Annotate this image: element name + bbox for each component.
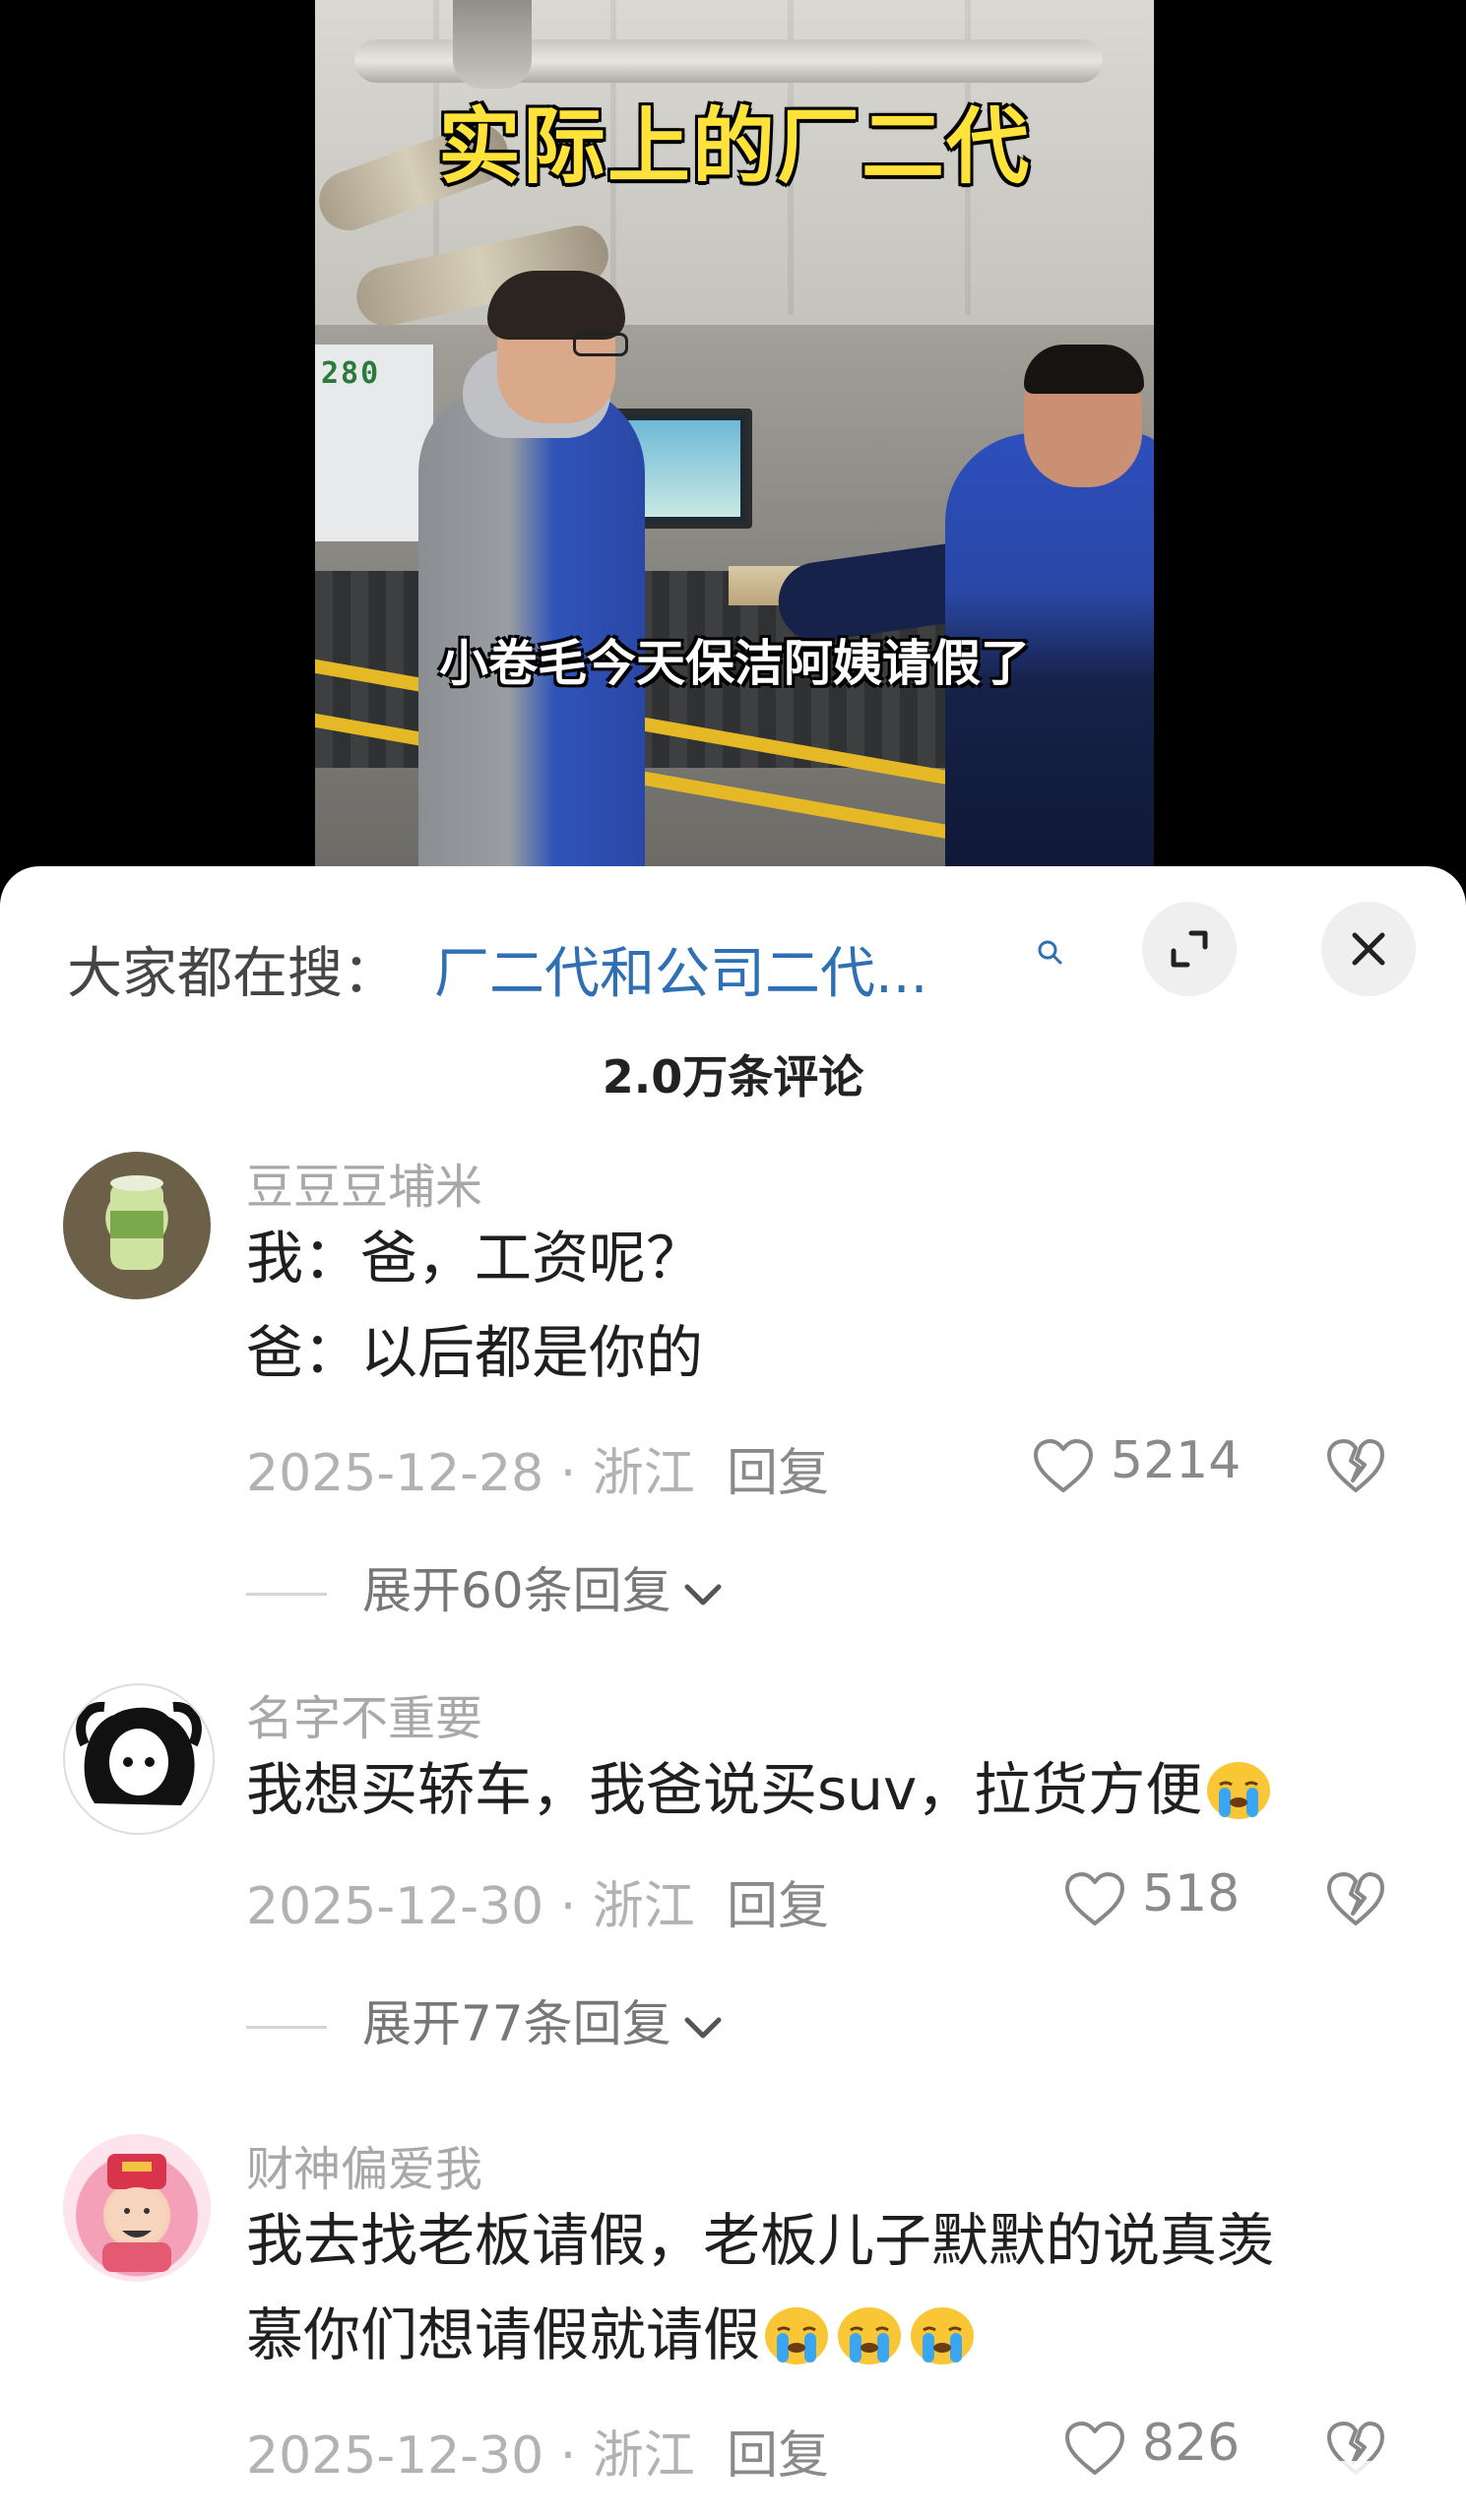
heart-icon[interactable] bbox=[1032, 1437, 1095, 1496]
chevron-down-icon bbox=[684, 1584, 722, 1605]
broken-heart-icon[interactable] bbox=[1325, 1870, 1386, 1929]
machine-number: 280 bbox=[321, 356, 381, 391]
avatar-image bbox=[110, 1175, 163, 1270]
expand-replies-button[interactable]: 展开77条回复 bbox=[246, 1984, 725, 2055]
reply-button[interactable]: 回复 bbox=[727, 2414, 829, 2488]
avatar[interactable] bbox=[63, 1152, 211, 1299]
search-icon[interactable] bbox=[1037, 939, 1062, 965]
expand-replies-label: 展开77条回复 bbox=[362, 1995, 671, 2052]
person-right-hair bbox=[1024, 345, 1144, 394]
comment-username[interactable]: 名字不重要 bbox=[246, 1679, 482, 1748]
comment-username[interactable]: 财神偏爱我 bbox=[246, 2130, 482, 2199]
search-suggestion-row: 大家都在搜： 厂二代和公司二代... bbox=[67, 915, 1466, 1006]
comment-date-location: 2025-12-28 · 浙江 bbox=[246, 1444, 695, 1503]
like-count: 518 bbox=[1142, 1864, 1241, 1923]
comment-count: 2.0万条评论 bbox=[602, 1050, 864, 1103]
comment-date-location: 2025-12-30 · 浙江 bbox=[246, 2426, 695, 2486]
video-player[interactable]: 280 实际上的厂二代 小卷毛今天保洁阿姨请假了 bbox=[315, 0, 1154, 876]
search-prefix-label: 大家都在搜： bbox=[67, 942, 398, 1006]
comment-line: 慕你们想请假就请假 bbox=[246, 2288, 1378, 2382]
divider-line bbox=[246, 1593, 327, 1596]
glasses bbox=[573, 333, 628, 356]
comment-line: 爸：以后都是你的 bbox=[246, 1319, 704, 1386]
comment-date-location: 2025-12-30 · 浙江 bbox=[246, 1877, 695, 1936]
chevron-down-icon bbox=[684, 2017, 722, 2038]
close-button[interactable] bbox=[1321, 902, 1416, 996]
avatar[interactable] bbox=[63, 1683, 215, 1835]
avatar[interactable] bbox=[63, 2134, 211, 2282]
watermark-logo bbox=[1299, 2461, 1446, 2504]
comment-text: 我想买轿车，我爸说买suv，拉货方便 bbox=[246, 1742, 1378, 1837]
comment-line: 我去找老板请假，老板儿子默默的说真羡 bbox=[246, 2207, 1275, 2274]
reply-button[interactable]: 回复 bbox=[727, 1864, 829, 1938]
comment-username[interactable]: 豆豆豆埔米 bbox=[246, 1148, 482, 1217]
divider-line bbox=[246, 2026, 327, 2029]
person-left-hair bbox=[487, 271, 625, 340]
avatar-image bbox=[76, 1701, 202, 1805]
crying-emoji-icon bbox=[1207, 1761, 1271, 1819]
crying-emoji-icon bbox=[911, 2306, 975, 2364]
avatar-image bbox=[102, 2154, 171, 2272]
like-count: 5214 bbox=[1111, 1431, 1242, 1490]
expand-replies-button[interactable]: 展开60条回复 bbox=[246, 1551, 725, 1622]
close-icon bbox=[1352, 932, 1385, 966]
comment-line-text: 我想买轿车，我爸说买suv，拉货方便 bbox=[246, 1756, 1203, 1823]
crying-emoji-icon bbox=[765, 2306, 829, 2364]
comment-line-text: 慕你们想请假就请假 bbox=[246, 2301, 761, 2368]
like-count: 826 bbox=[1142, 2414, 1241, 2473]
duct-hood bbox=[453, 0, 532, 89]
comment-line: 我想买轿车，我爸说买suv，拉货方便 bbox=[246, 1742, 1378, 1837]
heart-icon[interactable] bbox=[1063, 2420, 1126, 2479]
comment-sheet: 大家都在搜： 厂二代和公司二代... 2.0万条评论 豆豆豆埔米 我：爸，工资呢… bbox=[0, 866, 1466, 2520]
crying-emoji-icon bbox=[838, 2306, 902, 2364]
fullscreen-button[interactable] bbox=[1142, 902, 1237, 996]
broken-heart-icon[interactable] bbox=[1325, 1437, 1386, 1496]
heart-icon[interactable] bbox=[1063, 1870, 1126, 1929]
reply-button[interactable]: 回复 bbox=[727, 1431, 829, 1505]
expand-icon bbox=[1171, 930, 1208, 968]
comment-line: 我：爸，工资呢？ bbox=[246, 1225, 704, 1292]
expand-replies-label: 展开60条回复 bbox=[362, 1562, 671, 1619]
video-title-caption: 实际上的厂二代 bbox=[437, 98, 1031, 195]
comment-text: 我去找老板请假，老板儿子默默的说真羡 慕你们想请假就请假 bbox=[246, 2193, 1378, 2382]
search-suggestion-link[interactable]: 厂二代和公司二代... bbox=[434, 929, 927, 1009]
video-subtitle-caption: 小卷毛今天保洁阿姨请假了 bbox=[439, 635, 1030, 692]
comment-text: 我：爸，工资呢？ 爸：以后都是你的 bbox=[246, 1211, 1378, 1400]
